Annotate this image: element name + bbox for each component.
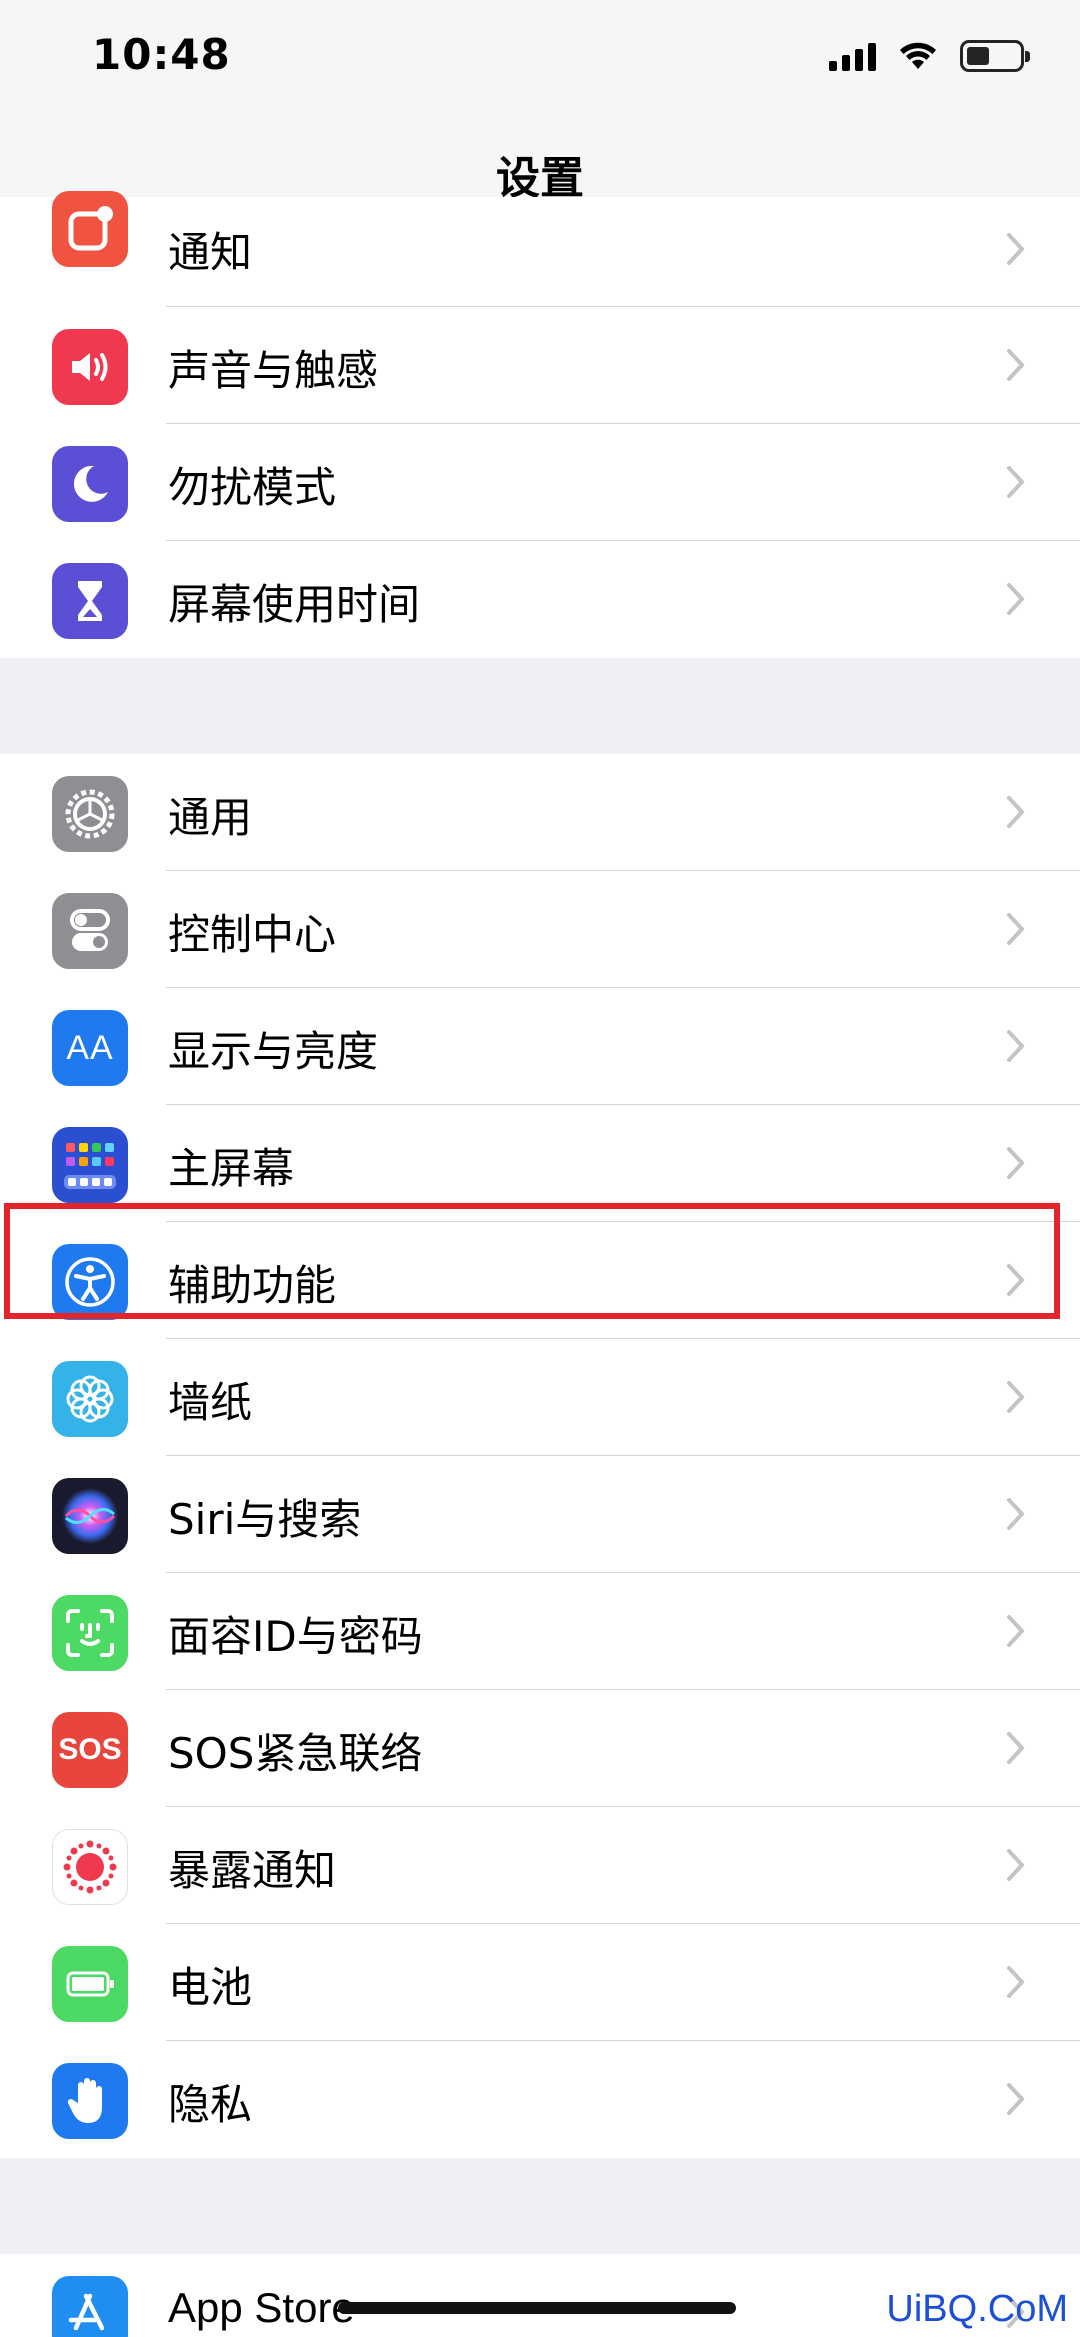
settings-row-label: 通用	[168, 793, 253, 842]
notifications-icon	[52, 191, 128, 267]
hand-icon	[52, 2063, 128, 2139]
chevron-right-icon	[1007, 1381, 1024, 1413]
moon-icon	[52, 446, 128, 522]
status-icons	[829, 34, 1030, 78]
settings-row-label: App Store	[168, 2284, 355, 2331]
watermark: UiBQ.CoM	[886, 2288, 1068, 2330]
settings-row-label: SOS紧急联络	[168, 1729, 423, 1778]
settings-row-label: 电池	[168, 1963, 253, 2012]
settings-row-label: 暴露通知	[168, 1846, 337, 1895]
status-time: 10:48	[92, 30, 231, 79]
home-indicator[interactable]	[338, 2302, 736, 2314]
chevron-right-icon	[1007, 1849, 1024, 1881]
chevron-right-icon	[1007, 2083, 1024, 2115]
app-store-icon	[52, 2276, 128, 2337]
settings-row-label: 屏幕使用时间	[168, 580, 421, 629]
settings-row-label: 面容ID与密码	[168, 1612, 423, 1661]
chevron-right-icon	[1007, 233, 1024, 265]
settings-group-1: 通知 声音与触感 勿扰模式 屏幕使用时间	[0, 191, 1080, 658]
settings-row-sounds[interactable]: 声音与触感	[0, 307, 1080, 424]
sound-icon	[52, 329, 128, 405]
battery-status-icon	[960, 40, 1030, 72]
settings-row-face-id[interactable]: 面容ID与密码	[0, 1573, 1080, 1690]
chevron-right-icon	[1007, 466, 1024, 498]
settings-row-siri-search[interactable]: Siri与搜索	[0, 1456, 1080, 1573]
settings-row-wallpaper[interactable]: 墙纸	[0, 1339, 1080, 1456]
settings-row-label: 主屏幕	[168, 1144, 295, 1193]
battery-icon	[52, 1946, 128, 2022]
chevron-right-icon	[1007, 349, 1024, 381]
chevron-right-icon	[1007, 1732, 1024, 1764]
settings-row-emergency-sos[interactable]: SOS SOS紧急联络	[0, 1690, 1080, 1807]
text-size-glyph: AA	[66, 1028, 114, 1067]
settings-row-general[interactable]: 通用	[0, 754, 1080, 871]
wallpaper-flower-icon	[52, 1361, 128, 1437]
highlight-box	[4, 1203, 1060, 1319]
sos-glyph: SOS	[58, 1733, 122, 1766]
chevron-right-icon	[1007, 1615, 1024, 1647]
wifi-icon	[900, 42, 936, 69]
settings-row-screen-time[interactable]: 屏幕使用时间	[0, 541, 1080, 658]
status-bar: 10:48	[0, 0, 1080, 120]
settings-row-label: 勿扰模式	[168, 463, 337, 512]
chevron-right-icon	[1007, 583, 1024, 615]
chevron-right-icon	[1007, 1147, 1024, 1179]
chevron-right-icon	[1007, 1030, 1024, 1062]
settings-row-label: 通知	[168, 228, 253, 277]
sos-icon: SOS	[52, 1712, 128, 1788]
chevron-right-icon	[1007, 913, 1024, 945]
settings-row-label: 隐私	[168, 2080, 253, 2129]
chevron-right-icon	[1007, 1498, 1024, 1530]
settings-row-control-center[interactable]: 控制中心	[0, 871, 1080, 988]
settings-row-label: 墙纸	[168, 1378, 253, 1427]
settings-row-do-not-disturb[interactable]: 勿扰模式	[0, 424, 1080, 541]
settings-row-notifications[interactable]: 通知	[0, 191, 1080, 307]
settings-row-battery[interactable]: 电池	[0, 1924, 1080, 2041]
settings-row-display-brightness[interactable]: AA 显示与亮度	[0, 988, 1080, 1105]
chevron-right-icon	[1007, 796, 1024, 828]
home-screen-icon	[52, 1127, 128, 1203]
settings-row-exposure-notifications[interactable]: 暴露通知	[0, 1807, 1080, 1924]
siri-icon	[52, 1478, 128, 1554]
face-id-icon	[52, 1595, 128, 1671]
settings-row-label: 控制中心	[168, 910, 337, 959]
text-size-icon: AA	[52, 1010, 128, 1086]
settings-row-privacy[interactable]: 隐私	[0, 2041, 1080, 2158]
settings-row-label: Siri与搜索	[168, 1495, 362, 1544]
settings-group-2: 通用 控制中心 AA 显示与亮度 主屏幕 辅助功能 墙纸 Siri与搜索 面容I…	[0, 754, 1080, 2158]
gear-icon	[52, 776, 128, 852]
chevron-right-icon	[1007, 1966, 1024, 1998]
toggles-icon	[52, 893, 128, 969]
exposure-icon	[52, 1829, 128, 1905]
hourglass-icon	[52, 563, 128, 639]
cellular-signal-icon	[829, 41, 876, 71]
settings-row-label: 显示与亮度	[168, 1027, 379, 1076]
settings-row-label: 声音与触感	[168, 346, 379, 395]
